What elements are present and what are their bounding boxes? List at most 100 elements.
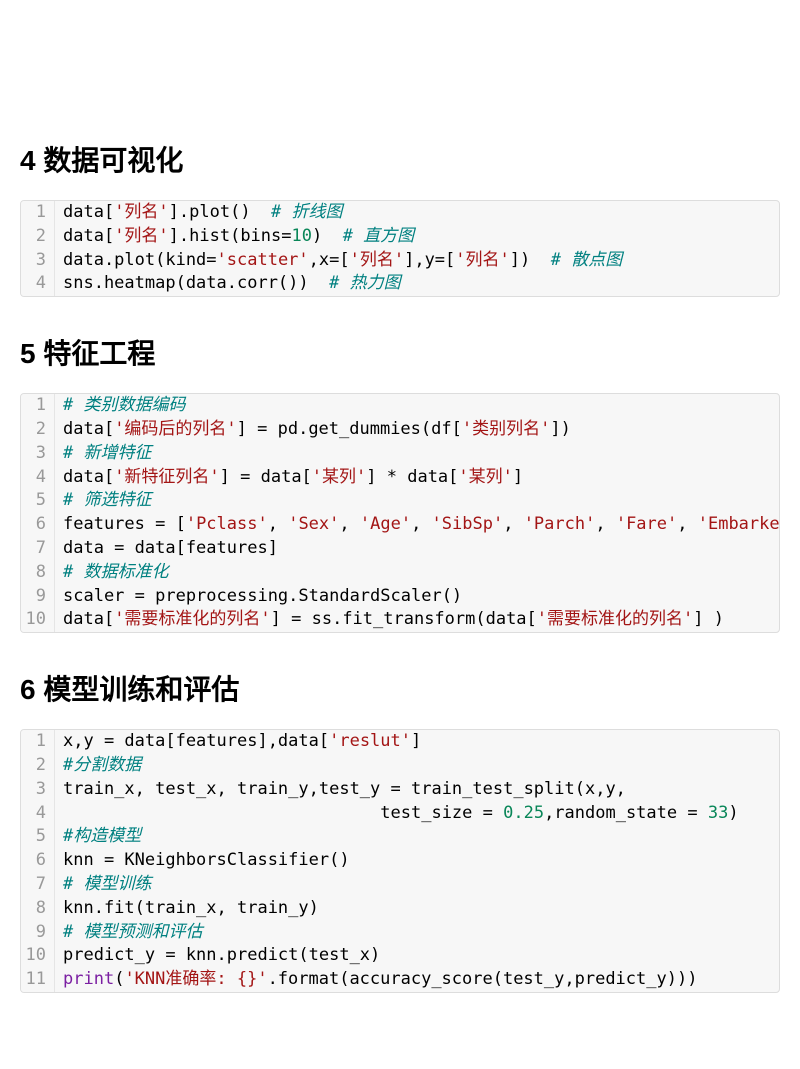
- line-number: 2: [21, 754, 55, 778]
- code-token: # 模型预测和评估: [63, 922, 202, 942]
- code-line: 10data['需要标准化的列名'] = ss.fit_transform(da…: [21, 608, 779, 632]
- code-content: #构造模型: [55, 825, 779, 849]
- code-token: knn.fit(train_x, train_y): [63, 898, 319, 918]
- code-content: knn = KNeighborsClassifier(): [55, 849, 779, 873]
- code-line: 1data['列名'].plot() # 折线图: [21, 201, 779, 225]
- line-number: 3: [21, 442, 55, 466]
- section-heading: 4 数据可视化: [20, 140, 780, 182]
- code-token: ].plot(): [169, 202, 271, 222]
- section: 4 数据可视化 1data['列名'].plot() # 折线图2data['列名…: [20, 140, 780, 297]
- code-token: 'reslut': [329, 731, 411, 751]
- code-content: x,y = data[features],data['reslut']: [55, 730, 779, 754]
- code-token: 'Embarked: [698, 514, 779, 534]
- code-token: ] = pd.get_dummies(df[: [237, 419, 462, 439]
- code-line: 11print('KNN准确率: {}'.format(accuracy_sco…: [21, 968, 779, 992]
- code-token: 'Pclass': [186, 514, 268, 534]
- line-number: 9: [21, 585, 55, 609]
- code-line: 8# 数据标准化: [21, 561, 779, 585]
- code-line: 3 train_x, test_x, train_y,test_y = train…: [21, 778, 779, 802]
- code-token: data[: [63, 419, 114, 439]
- line-number: 3: [21, 778, 55, 802]
- code-token: '列名': [114, 226, 168, 246]
- code-token: features = [: [63, 514, 186, 534]
- code-token: ]: [513, 467, 523, 487]
- code-token: train_x, test_x, train_y,test_y = train_…: [63, 779, 626, 799]
- code-token: predict_y = knn.predict(test_x): [63, 945, 380, 965]
- line-number: 4: [21, 802, 55, 826]
- code-content: scaler = preprocessing.StandardScaler(): [55, 585, 779, 609]
- code-content: predict_y = knn.predict(test_x): [55, 944, 779, 968]
- section: 5 特征工程1# 类别数据编码2data['编码后的列名'] = pd.get_…: [20, 333, 780, 633]
- code-content: test_size = 0.25,random_state = 33): [55, 802, 779, 826]
- code-token: ,: [677, 514, 697, 534]
- code-token: '需要标准化的列名': [114, 609, 270, 629]
- section: 6 模型训练和评估1x,y = data[features],data['res…: [20, 669, 780, 993]
- code-token: ): [312, 226, 343, 246]
- code-token: # 筛选特征: [63, 490, 151, 510]
- code-line: 6knn = KNeighborsClassifier(): [21, 849, 779, 873]
- code-line: 10predict_y = knn.predict(test_x): [21, 944, 779, 968]
- code-line: 7# 模型训练: [21, 873, 779, 897]
- code-token: ]): [510, 250, 551, 270]
- code-content: print('KNN准确率: {}'.format(accuracy_score…: [55, 968, 779, 992]
- code-line: 1# 类别数据编码: [21, 394, 779, 418]
- code-content: sns.heatmap(data.corr()) # 热力图: [55, 272, 779, 296]
- code-token: test_size =: [63, 803, 503, 823]
- code-token: # 直方图: [343, 226, 414, 246]
- code-token: data.plot(kind=: [63, 250, 217, 270]
- code-content: data.plot(kind='scatter',x=['列名'],y=['列名…: [55, 249, 779, 273]
- code-token: scaler = preprocessing.StandardScaler(): [63, 586, 462, 606]
- section-title-text: 模型训练和评估: [43, 674, 239, 705]
- code-line: 2data['编码后的列名'] = pd.get_dummies(df['类别列…: [21, 418, 779, 442]
- code-content: # 新增特征: [55, 442, 779, 466]
- code-content: data['列名'].plot() # 折线图: [55, 201, 779, 225]
- line-number: 2: [21, 418, 55, 442]
- code-token: 'Parch': [524, 514, 596, 534]
- line-number: 4: [21, 272, 55, 296]
- code-block: 1# 类别数据编码2 data['编码后的列名'] = pd.get_dummie…: [20, 393, 780, 633]
- code-line: 5 # 筛选特征: [21, 489, 779, 513]
- code-line: 5 #构造模型: [21, 825, 779, 849]
- page: 4 数据可视化1data['列名'].plot() # 折线图2data['列名…: [0, 0, 800, 1069]
- line-number: 5: [21, 489, 55, 513]
- code-line: 9 # 模型预测和评估: [21, 921, 779, 945]
- code-line: 9 scaler = preprocessing.StandardScaler(): [21, 585, 779, 609]
- code-token: ,x=[: [309, 250, 350, 270]
- code-token: 'Sex': [288, 514, 339, 534]
- code-line: 2 #分割数据: [21, 754, 779, 778]
- code-token: ,: [339, 514, 359, 534]
- code-token: 0.25: [503, 803, 544, 823]
- line-number: 8: [21, 561, 55, 585]
- section-number: 4: [20, 145, 36, 176]
- code-line: 3data.plot(kind='scatter',x=['列名'],y=['列…: [21, 249, 779, 273]
- code-token: 'scatter': [217, 250, 309, 270]
- code-line: 2data['列名'].hist(bins=10) # 直方图: [21, 225, 779, 249]
- code-token: .format(accuracy_score(test_y,predict_y)…: [268, 969, 698, 989]
- code-content: #分割数据: [55, 754, 779, 778]
- code-token: # 热力图: [329, 273, 400, 293]
- code-content: knn.fit(train_x, train_y): [55, 897, 779, 921]
- line-number: 7: [21, 873, 55, 897]
- code-line: 7data = data[features]: [21, 537, 779, 561]
- code-block: 1data['列名'].plot() # 折线图2data['列名'].hist…: [20, 200, 780, 297]
- code-token: ): [728, 803, 738, 823]
- code-content: data['新特征列名'] = data['某列'] * data['某列']: [55, 466, 779, 490]
- code-token: ],y=[: [404, 250, 455, 270]
- code-token: x,y = data[features],data[: [63, 731, 329, 751]
- line-number: 9: [21, 921, 55, 945]
- code-token: '编码后的列名': [114, 419, 236, 439]
- code-token: '某列': [312, 467, 366, 487]
- line-number: 7: [21, 537, 55, 561]
- code-token: #构造模型: [63, 826, 141, 846]
- code-token: '列名': [350, 250, 404, 270]
- code-line: 4 test_size = 0.25,random_state = 33): [21, 802, 779, 826]
- code-token: # 类别数据编码: [63, 395, 185, 415]
- code-token: ]: [411, 731, 421, 751]
- code-token: ].hist(bins=: [169, 226, 292, 246]
- section-heading: 6 模型训练和评估: [20, 669, 780, 711]
- code-token: #分割数据: [63, 755, 141, 775]
- line-number: 1: [21, 730, 55, 754]
- line-number: 5: [21, 825, 55, 849]
- code-token: ]): [550, 419, 570, 439]
- code-line: 8knn.fit(train_x, train_y): [21, 897, 779, 921]
